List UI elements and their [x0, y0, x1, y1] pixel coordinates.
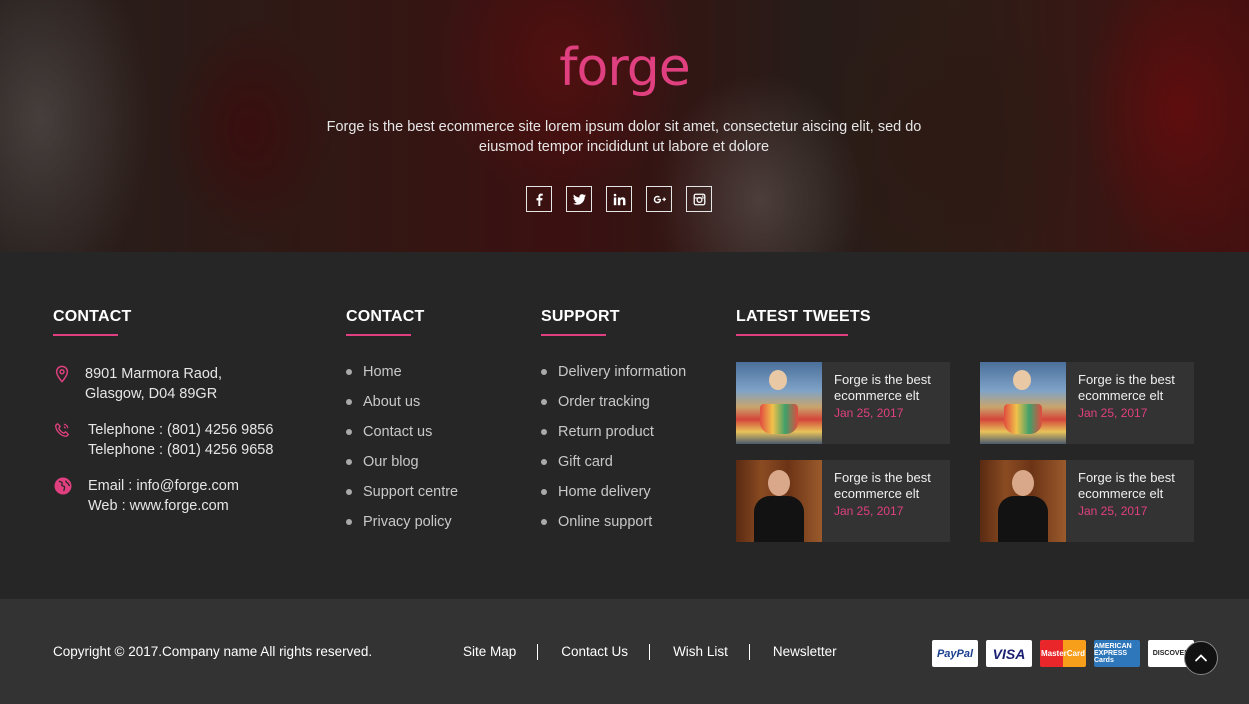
footer-link-support-centre[interactable]: Support centre — [346, 482, 458, 512]
twitter-icon[interactable] — [566, 186, 592, 212]
web-link[interactable]: Web : www.forge.com — [88, 496, 239, 516]
support-link-online-support[interactable]: Online support — [541, 512, 686, 542]
footer-bottom: Copyright © 2017.Company name All rights… — [0, 599, 1249, 704]
linkedin-icon[interactable] — [606, 186, 632, 212]
tweet-thumbnail — [736, 362, 822, 444]
email-link[interactable]: Email : info@forge.com — [88, 476, 239, 496]
support-heading: SUPPORT — [541, 308, 620, 336]
instagram-icon[interactable] — [686, 186, 712, 212]
site-map-link[interactable]: Site Map — [463, 644, 537, 660]
facebook-icon[interactable] — [526, 186, 552, 212]
tweet-thumbnail — [736, 460, 822, 542]
contact-us-link[interactable]: Contact Us — [561, 644, 649, 660]
hero-banner: forge Forge is the best ecommerce site l… — [0, 0, 1249, 252]
social-links — [526, 186, 712, 212]
google-plus-icon[interactable] — [646, 186, 672, 212]
tweet-text: Forge is the best ecommerce elt — [1078, 372, 1175, 403]
footer-top: CONTACT 8901 Marmora Raod, Glasgow, D04 … — [0, 252, 1249, 599]
support-link-return[interactable]: Return product — [541, 422, 686, 452]
tweet-card[interactable]: Forge is the best ecommerce elt Jan 25, … — [736, 460, 950, 542]
newsletter-link[interactable]: Newsletter — [773, 644, 858, 660]
support-link-tracking[interactable]: Order tracking — [541, 392, 686, 422]
contact-address: 8901 Marmora Raod, Glasgow, D04 89GR — [53, 364, 222, 404]
tweet-date: Jan 25, 2017 — [1078, 406, 1148, 420]
tweet-date: Jan 25, 2017 — [834, 406, 904, 420]
divider — [537, 644, 539, 660]
footer-link-blog[interactable]: Our blog — [346, 452, 458, 482]
footer-link-contact[interactable]: Contact us — [346, 422, 458, 452]
support-link-gift-card[interactable]: Gift card — [541, 452, 686, 482]
address-line-1: 8901 Marmora Raod, — [85, 366, 223, 382]
tweet-date: Jan 25, 2017 — [1078, 504, 1148, 518]
tweet-text: Forge is the best ecommerce elt — [1078, 470, 1175, 501]
divider — [748, 644, 750, 660]
contact-email-web: Email : info@forge.com Web : www.forge.c… — [53, 476, 239, 516]
tweet-card[interactable]: Forge is the best ecommerce elt Jan 25, … — [736, 362, 950, 444]
copyright-text: Copyright © 2017.Company name All rights… — [53, 644, 373, 659]
forge-logo[interactable]: forge — [0, 38, 1249, 98]
footer-link-privacy[interactable]: Privacy policy — [346, 512, 458, 542]
chevron-up-icon — [1195, 654, 1207, 662]
mastercard-icon: MasterCard — [1040, 640, 1086, 667]
tweets-heading: LATEST TWEETS — [736, 308, 871, 336]
scroll-to-top-button[interactable] — [1184, 641, 1218, 675]
tweet-date: Jan 25, 2017 — [834, 504, 904, 518]
bottom-nav: Site Map Contact Us Wish List Newsletter — [463, 644, 858, 660]
divider — [649, 644, 651, 660]
contact-heading: CONTACT — [53, 308, 131, 336]
footer-link-about[interactable]: About us — [346, 392, 458, 422]
visa-icon: VISA — [986, 640, 1032, 667]
payment-methods: PayPal VISA MasterCard AMERICAN EXPRESS … — [932, 640, 1194, 667]
hero-description: Forge is the best ecommerce site lorem i… — [326, 119, 922, 155]
links-heading: CONTACT — [346, 308, 424, 336]
wish-list-link[interactable]: Wish List — [673, 644, 749, 660]
tweet-card[interactable]: Forge is the best ecommerce elt Jan 25, … — [980, 362, 1194, 444]
contact-phones: Telephone : (801) 4256 9856 Telephone : … — [53, 420, 273, 460]
tweet-text: Forge is the best ecommerce elt — [834, 470, 931, 501]
phone-icon — [53, 420, 73, 440]
tweet-thumbnail — [980, 362, 1066, 444]
map-pin-icon — [53, 364, 73, 384]
phone-2[interactable]: Telephone : (801) 4256 9658 — [88, 440, 273, 460]
globe-icon — [53, 476, 73, 496]
paypal-icon: PayPal — [932, 640, 978, 667]
address-line-2: Glasgow, D04 89GR — [85, 386, 218, 402]
tweet-card[interactable]: Forge is the best ecommerce elt Jan 25, … — [980, 460, 1194, 542]
tweet-text: Forge is the best ecommerce elt — [834, 372, 931, 403]
footer-links-list: Home About us Contact us Our blog Suppor… — [346, 362, 458, 542]
support-link-delivery[interactable]: Delivery information — [541, 362, 686, 392]
support-link-home-delivery[interactable]: Home delivery — [541, 482, 686, 512]
phone-1[interactable]: Telephone : (801) 4256 9856 — [88, 420, 273, 440]
support-links-list: Delivery information Order tracking Retu… — [541, 362, 686, 542]
tweet-thumbnail — [980, 460, 1066, 542]
amex-icon: AMERICAN EXPRESS Cards — [1094, 640, 1140, 667]
footer-link-home[interactable]: Home — [346, 362, 458, 392]
